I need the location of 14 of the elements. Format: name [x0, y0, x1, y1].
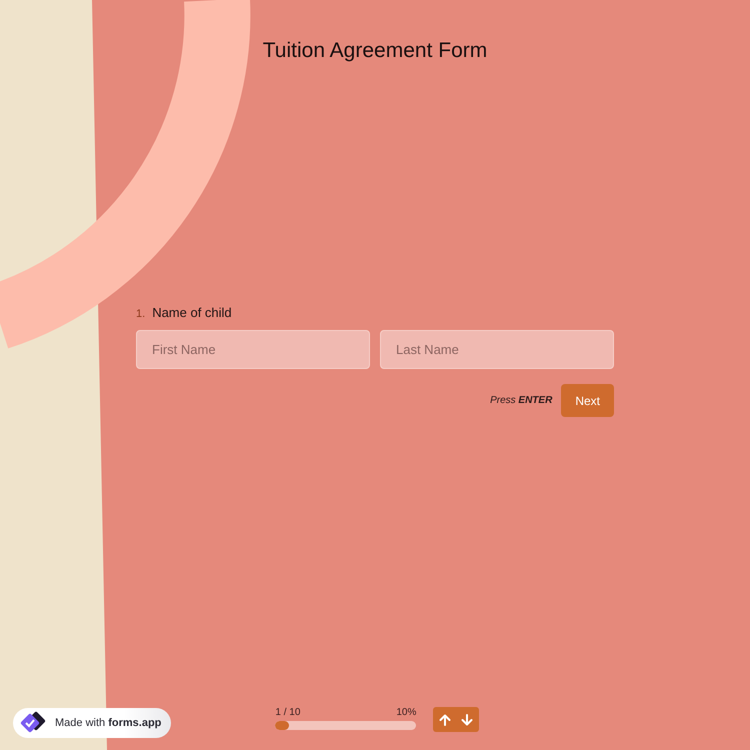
logo-icon [20, 711, 48, 735]
name-input-field[interactable]: First Name [136, 330, 370, 369]
press-enter-hint: Press ENTER [490, 395, 552, 406]
form-title: Tuition Agreement Form [262, 38, 488, 63]
question-label: Name of child [152, 305, 232, 320]
name-input-field[interactable]: Last Name [380, 330, 614, 369]
badge-text: Made with forms.app [55, 717, 162, 729]
progress-percent: 10% [396, 707, 416, 719]
next-button[interactable]: Next [561, 384, 614, 417]
question-number: 1. [136, 308, 146, 320]
progress-counter: 1 / 10 [275, 707, 300, 719]
arrow-up-icon[interactable] [439, 714, 452, 726]
arrow-down-icon[interactable] [461, 714, 474, 726]
made-with-badge[interactable]: Made with forms.app [13, 708, 172, 738]
